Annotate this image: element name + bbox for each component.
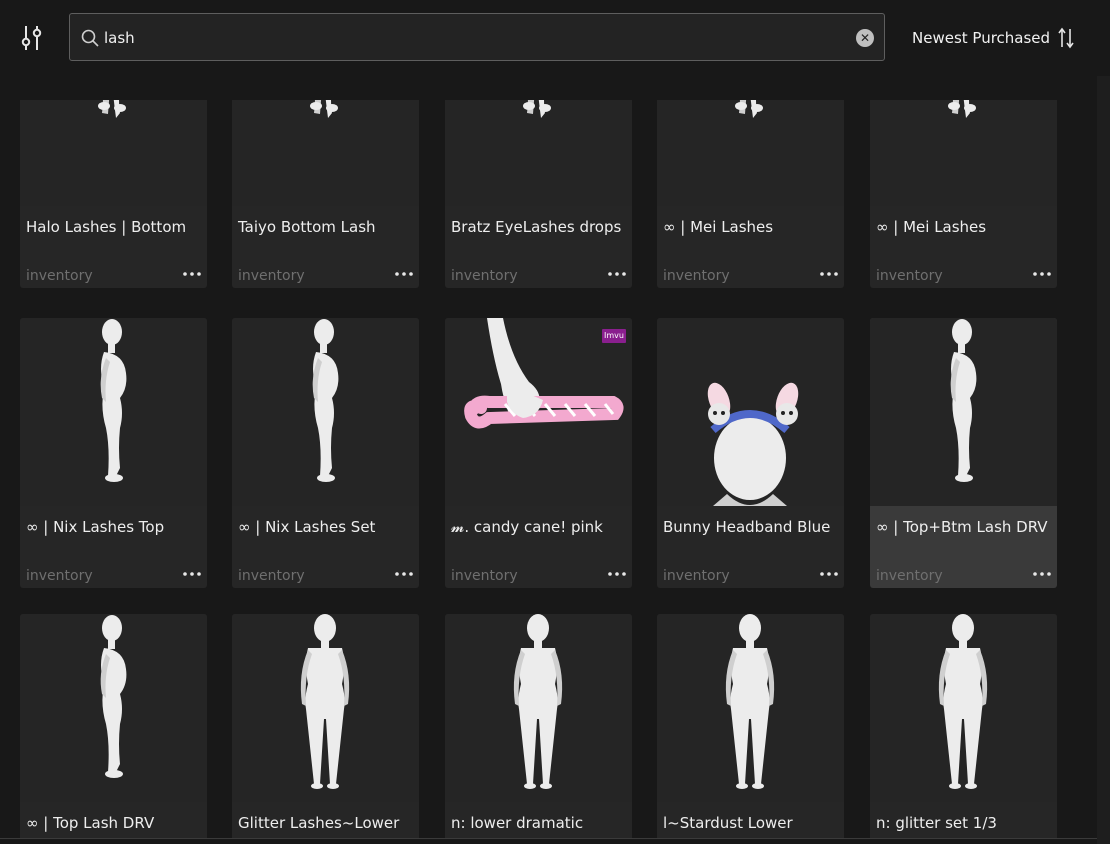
more-options-icon[interactable]	[1032, 564, 1052, 584]
item-location: inventory	[238, 268, 305, 284]
sort-button[interactable]: Newest Purchased	[912, 26, 1074, 50]
item-thumbnail	[445, 100, 632, 206]
more-options-icon[interactable]	[819, 264, 839, 284]
item-name: n: lower dramatic lashes	[451, 814, 584, 838]
item-name: Halo Lashes | Bottom	[26, 218, 187, 236]
item-name: Bratz EyeLashes drops	[451, 218, 622, 236]
item-thumbnail	[445, 614, 632, 802]
item-thumbnail: Imvu	[445, 318, 632, 506]
item-thumbnail	[20, 318, 207, 506]
more-options-icon[interactable]	[394, 264, 414, 284]
item-name: ∞ | Nix Lashes Top	[26, 518, 165, 536]
item-name: l~Stardust Lower Lashes	[663, 814, 793, 838]
sort-label: Newest Purchased	[912, 29, 1051, 47]
item-card[interactable]: ∞ | Mei Lashes inventory	[657, 100, 844, 288]
search-input[interactable]	[104, 24, 844, 52]
item-name: ∞ | Top+Btm Lash DRV	[876, 518, 1048, 536]
divider	[0, 838, 1097, 839]
item-card[interactable]: Halo Lashes | Bottom inventory	[20, 100, 207, 288]
item-name: ∞ | Nix Lashes Set	[238, 518, 376, 536]
filter-button[interactable]	[20, 24, 44, 52]
item-location: inventory	[26, 568, 93, 584]
item-card[interactable]: ∞ | Nix Lashes Top inventory	[20, 318, 207, 588]
item-card[interactable]: ∞ | Top Lash DRVinventory	[20, 614, 207, 838]
item-card[interactable]: ∞ | Nix Lashes Set inventory	[232, 318, 419, 588]
item-thumbnail	[657, 614, 844, 802]
item-thumbnail	[232, 100, 419, 206]
more-options-icon[interactable]	[182, 264, 202, 284]
item-location: inventory	[663, 268, 730, 284]
item-thumbnail	[870, 614, 1057, 802]
item-card[interactable]: n: glitter set 1/3inventory	[870, 614, 1057, 838]
item-location: inventory	[451, 268, 518, 284]
item-card[interactable]: Bunny Headband Blue inventory	[657, 318, 844, 588]
sliders-icon	[21, 26, 42, 50]
item-location: inventory	[238, 568, 305, 584]
item-card[interactable]: l~Stardust Lower Lashesinventory	[657, 614, 844, 838]
item-name: ∞ | Top Lash DRV	[26, 814, 155, 832]
results-grid: Halo Lashes | Bottom inventory Taiyo Bott…	[0, 100, 1096, 838]
item-thumbnail	[657, 100, 844, 206]
search-icon	[81, 29, 99, 47]
item-name: Taiyo Bottom Lash	[238, 218, 376, 236]
item-name: Glitter Lashes~Lower	[238, 814, 400, 832]
more-options-icon[interactable]	[607, 564, 627, 584]
imvu-badge: Imvu	[602, 329, 626, 343]
scrollbar[interactable]	[1097, 76, 1110, 844]
more-options-icon[interactable]	[1032, 264, 1052, 284]
item-card[interactable]: Bratz EyeLashes drops inventory	[445, 100, 632, 288]
item-location: inventory	[451, 568, 518, 584]
close-circle-icon[interactable]: ✕	[856, 29, 874, 47]
item-thumbnail	[20, 614, 207, 802]
item-card[interactable]: Glitter Lashes~Lowerinventory	[232, 614, 419, 838]
item-name: n: glitter set 1/3	[876, 814, 997, 832]
toolbar: ✕ Newest Purchased	[0, 0, 1110, 76]
item-card[interactable]: ∞ | Top+Btm Lash DRV inventory	[870, 318, 1057, 588]
more-options-icon[interactable]	[607, 264, 627, 284]
item-thumbnail	[870, 318, 1057, 506]
item-thumbnail	[232, 318, 419, 506]
sort-arrows-icon	[1058, 27, 1074, 49]
more-options-icon[interactable]	[819, 564, 839, 584]
item-thumbnail	[870, 100, 1057, 206]
item-location: inventory	[26, 268, 93, 284]
item-location: inventory	[876, 268, 943, 284]
item-card[interactable]: Imvu 𝓶. candy cane! pink inventory	[445, 318, 632, 588]
item-thumbnail	[657, 318, 844, 506]
item-card[interactable]: Taiyo Bottom Lash inventory	[232, 100, 419, 288]
more-options-icon[interactable]	[394, 564, 414, 584]
item-card[interactable]: n: lower dramatic lashesinventory	[445, 614, 632, 838]
item-card[interactable]: ∞ | Mei Lashes inventory	[870, 100, 1057, 288]
item-name: Bunny Headband Blue	[663, 518, 831, 536]
item-name: ∞ | Mei Lashes	[876, 218, 987, 236]
more-options-icon[interactable]	[182, 564, 202, 584]
item-location: inventory	[876, 568, 943, 584]
item-thumbnail	[20, 100, 207, 206]
item-thumbnail	[232, 614, 419, 802]
item-name: ∞ | Mei Lashes	[663, 218, 774, 236]
item-name: 𝓶. candy cane! pink	[451, 518, 603, 536]
search-box: ✕	[69, 13, 885, 61]
item-location: inventory	[663, 568, 730, 584]
